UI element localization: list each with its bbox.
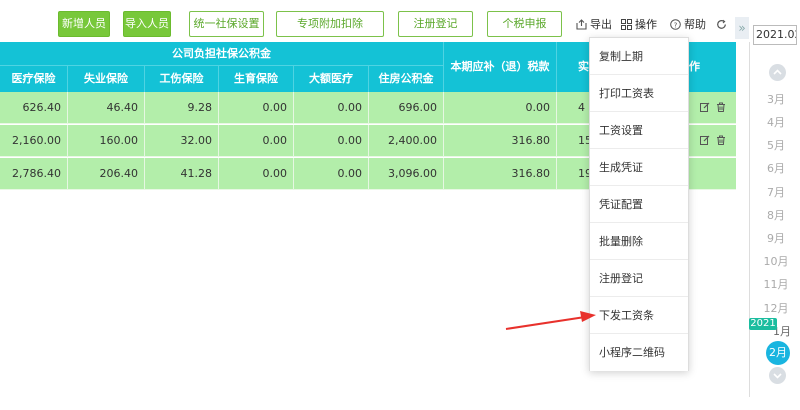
- refresh-button[interactable]: [716, 17, 727, 31]
- menu-item-salary-settings[interactable]: 工资设置: [590, 112, 688, 149]
- import-employee-button[interactable]: 导入人员: [123, 11, 171, 37]
- housing-fund-cell: 696.00: [368, 92, 443, 124]
- month-item[interactable]: 7月: [752, 184, 800, 200]
- tax-cell: 316.80: [443, 125, 556, 157]
- export-button[interactable]: 导出: [576, 17, 612, 31]
- menu-item-batch-delete[interactable]: 批量删除: [590, 223, 688, 260]
- operate-button[interactable]: 操作: [621, 17, 657, 31]
- month-item[interactable]: 4月: [752, 114, 800, 130]
- scroll-down-icon[interactable]: [769, 367, 786, 384]
- add-employee-button[interactable]: 新增人员: [58, 11, 110, 37]
- month-item[interactable]: 8月: [752, 207, 800, 223]
- partial-cell: 4: [556, 92, 589, 124]
- social-settings-button[interactable]: 统一社保设置: [189, 11, 264, 37]
- edit-icon[interactable]: [700, 102, 710, 112]
- menu-item-generate-voucher[interactable]: 生成凭证: [590, 149, 688, 186]
- medical-cell: 626.40: [22, 101, 62, 114]
- month-item[interactable]: 3月: [752, 91, 800, 107]
- month-item[interactable]: 9月: [752, 230, 800, 246]
- menu-item-copy-previous[interactable]: 复制上期: [590, 38, 688, 75]
- maternity-cell: 0.00: [218, 125, 293, 157]
- tax-header: 本期应补（退）税款: [443, 42, 556, 92]
- month-item[interactable]: 10月: [752, 253, 800, 269]
- refresh-icon: [717, 19, 726, 29]
- edit-icon[interactable]: [700, 135, 710, 145]
- year-badge: 2021: [749, 318, 777, 330]
- medical-cell: 2,786.40: [12, 167, 61, 180]
- operate-dropdown-menu: 复制上期 打印工资表 工资设置 生成凭证 凭证配置 批量删除 注册登记 下发工资…: [589, 37, 689, 371]
- delete-icon[interactable]: [716, 102, 726, 112]
- partial-cell: 19: [556, 158, 592, 190]
- unemployment-cell: 206.40: [67, 158, 144, 190]
- company-burden-header: 公司负担社保公积金: [0, 42, 443, 66]
- help-label: 帮助: [684, 18, 706, 31]
- month-item[interactable]: 11月: [752, 276, 800, 292]
- injury-cell: 9.28: [144, 92, 218, 124]
- column-header: 失业保险: [67, 66, 144, 92]
- partial-cell: 15: [556, 125, 592, 157]
- row-actions: [700, 102, 726, 112]
- unemployment-cell: 160.00: [67, 125, 144, 157]
- tax-cell: 316.80: [443, 158, 556, 190]
- menu-item-mini-program-qr[interactable]: 小程序二维码: [590, 334, 688, 371]
- column-header: 住房公积金: [368, 66, 443, 92]
- svg-text:?: ?: [674, 21, 678, 29]
- maternity-cell: 0.00: [218, 92, 293, 124]
- scroll-up-icon[interactable]: [769, 64, 786, 81]
- action-header: 作: [689, 60, 700, 73]
- menu-item-print-payroll[interactable]: 打印工资表: [590, 75, 688, 112]
- column-header: 大额医疗: [293, 66, 368, 92]
- major-medical-cell: 0.00: [293, 125, 368, 157]
- delete-icon[interactable]: [716, 135, 726, 145]
- housing-fund-cell: 2,400.00: [368, 125, 443, 157]
- help-button[interactable]: ? 帮助: [670, 17, 706, 31]
- medical-cell: 2,160.00: [12, 134, 61, 147]
- collapse-panel-icon[interactable]: »: [735, 17, 749, 39]
- injury-cell: 41.28: [144, 158, 218, 190]
- export-icon: [576, 18, 587, 30]
- grid-icon: [621, 18, 632, 30]
- major-medical-cell: 0.00: [293, 158, 368, 190]
- maternity-cell: 0.00: [218, 158, 293, 190]
- menu-item-send-payslip[interactable]: 下发工资条: [590, 297, 688, 334]
- month-item[interactable]: 12月: [752, 300, 800, 316]
- major-medical-cell: 0.00: [293, 92, 368, 124]
- year-month-input[interactable]: 2021.02: [753, 25, 797, 45]
- register-button[interactable]: 注册登记: [398, 11, 473, 37]
- operate-label: 操作: [635, 18, 657, 31]
- active-month[interactable]: 2月: [766, 341, 790, 365]
- tax-cell: 0.00: [443, 92, 556, 124]
- column-header: 工伤保险: [144, 66, 218, 92]
- column-header: 医疗保险: [11, 72, 56, 85]
- salary-page: 新增人员 导入人员 统一社保设置 专项附加扣除 注册登记 个税申报 导出 操作 …: [0, 0, 800, 410]
- unemployment-cell: 46.40: [67, 92, 144, 124]
- menu-item-voucher-config[interactable]: 凭证配置: [590, 186, 688, 223]
- month-item[interactable]: 6月: [752, 160, 800, 176]
- partial-header: 实: [556, 42, 589, 92]
- injury-cell: 32.00: [144, 125, 218, 157]
- export-label: 导出: [590, 18, 612, 31]
- month-item[interactable]: 5月: [752, 137, 800, 153]
- personal-tax-button[interactable]: 个税申报: [487, 11, 562, 37]
- row-actions: [700, 135, 726, 145]
- help-icon: ?: [670, 18, 681, 30]
- special-deduction-button[interactable]: 专项附加扣除: [276, 11, 384, 37]
- menu-item-register[interactable]: 注册登记: [590, 260, 688, 297]
- column-header: 生育保险: [218, 66, 293, 92]
- housing-fund-cell: 3,096.00: [368, 158, 443, 190]
